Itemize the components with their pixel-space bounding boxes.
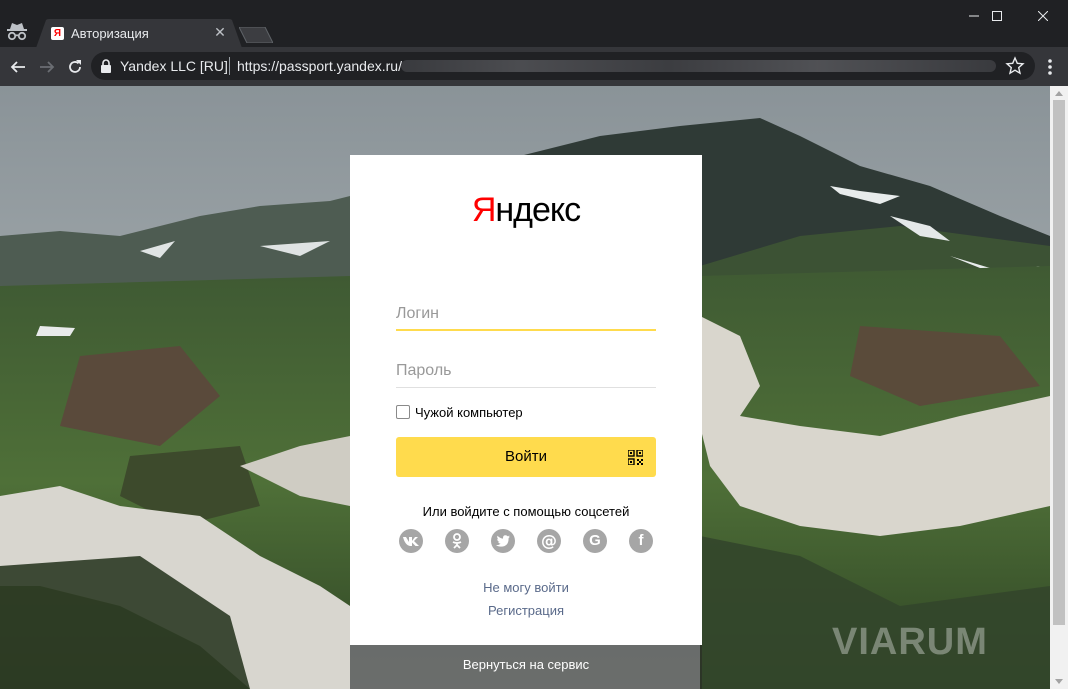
- mailru-icon[interactable]: @: [537, 529, 561, 553]
- password-input[interactable]: [396, 354, 656, 387]
- url-text: https://passport.yandex.ru/: [237, 58, 402, 74]
- checkbox-icon[interactable]: [396, 405, 410, 419]
- site-identity: Yandex LLC [RU]: [120, 58, 228, 74]
- password-field[interactable]: [396, 354, 656, 388]
- register-link[interactable]: Регистрация: [350, 603, 702, 618]
- reload-icon[interactable]: [63, 55, 87, 79]
- close-window-button[interactable]: [1020, 0, 1066, 32]
- back-to-service-bar[interactable]: Вернуться на сервис: [350, 645, 702, 689]
- yandex-logo: Яндекс: [350, 191, 702, 230]
- foreign-computer-label: Чужой компьютер: [415, 404, 523, 420]
- lock-icon: [101, 59, 111, 73]
- facebook-icon[interactable]: f: [629, 529, 653, 553]
- maximize-button[interactable]: [974, 0, 1020, 32]
- odnoklassniki-icon[interactable]: [445, 529, 469, 553]
- browser-titlebar: Я Авторизация ✕: [0, 0, 1068, 48]
- yandex-favicon-icon: Я: [51, 27, 64, 40]
- logo-letter: Я: [471, 191, 497, 229]
- incognito-icon: [6, 21, 28, 41]
- browser-menu-icon[interactable]: [1042, 56, 1058, 78]
- login-field[interactable]: [396, 297, 656, 331]
- login-button[interactable]: Войти: [396, 437, 656, 477]
- back-to-service-link[interactable]: Вернуться на сервис: [350, 657, 702, 672]
- address-bar[interactable]: Yandex LLC [RU] https://passport.yandex.…: [91, 52, 1035, 80]
- google-icon[interactable]: G: [583, 529, 607, 553]
- browser-toolbar: Yandex LLC [RU] https://passport.yandex.…: [0, 47, 1068, 86]
- page-viewport: VIARUM Яндекс Чужой компьютер Войти: [0, 86, 1050, 689]
- tab-authorization[interactable]: Я Авторизация ✕: [36, 19, 242, 48]
- new-tab-button[interactable]: [238, 26, 274, 44]
- bookmark-star-icon[interactable]: [1005, 56, 1025, 76]
- login-input[interactable]: [396, 297, 656, 330]
- close-tab-icon[interactable]: ✕: [212, 24, 228, 40]
- auth-card: Яндекс Чужой компьютер Войти: [350, 155, 702, 645]
- foreign-computer-checkbox[interactable]: Чужой компьютер: [396, 403, 523, 421]
- scroll-up-arrow-icon[interactable]: [1055, 91, 1063, 96]
- social-login-title: Или войдите с помощью соцсетей: [422, 504, 630, 519]
- cant-login-link[interactable]: Не могу войти: [350, 580, 702, 595]
- password-underline: [396, 387, 656, 388]
- twitter-icon[interactable]: [491, 529, 515, 553]
- login-underline: [396, 329, 656, 331]
- vk-icon[interactable]: [399, 529, 423, 553]
- logo-rest: ндекс: [495, 191, 581, 229]
- qr-code-icon[interactable]: [628, 450, 643, 465]
- address-separator: [229, 57, 230, 75]
- forward-arrow-icon[interactable]: [35, 55, 59, 79]
- scrollbar-thumb[interactable]: [1053, 100, 1065, 625]
- url-blurred-part: [401, 60, 996, 72]
- page-scrollbar[interactable]: [1050, 86, 1068, 689]
- scroll-down-arrow-icon[interactable]: [1055, 679, 1063, 684]
- login-button-label: Войти: [505, 448, 547, 465]
- viarum-watermark: VIARUM: [832, 621, 988, 663]
- back-arrow-icon[interactable]: [6, 55, 30, 79]
- tab-title: Авторизация: [71, 26, 149, 41]
